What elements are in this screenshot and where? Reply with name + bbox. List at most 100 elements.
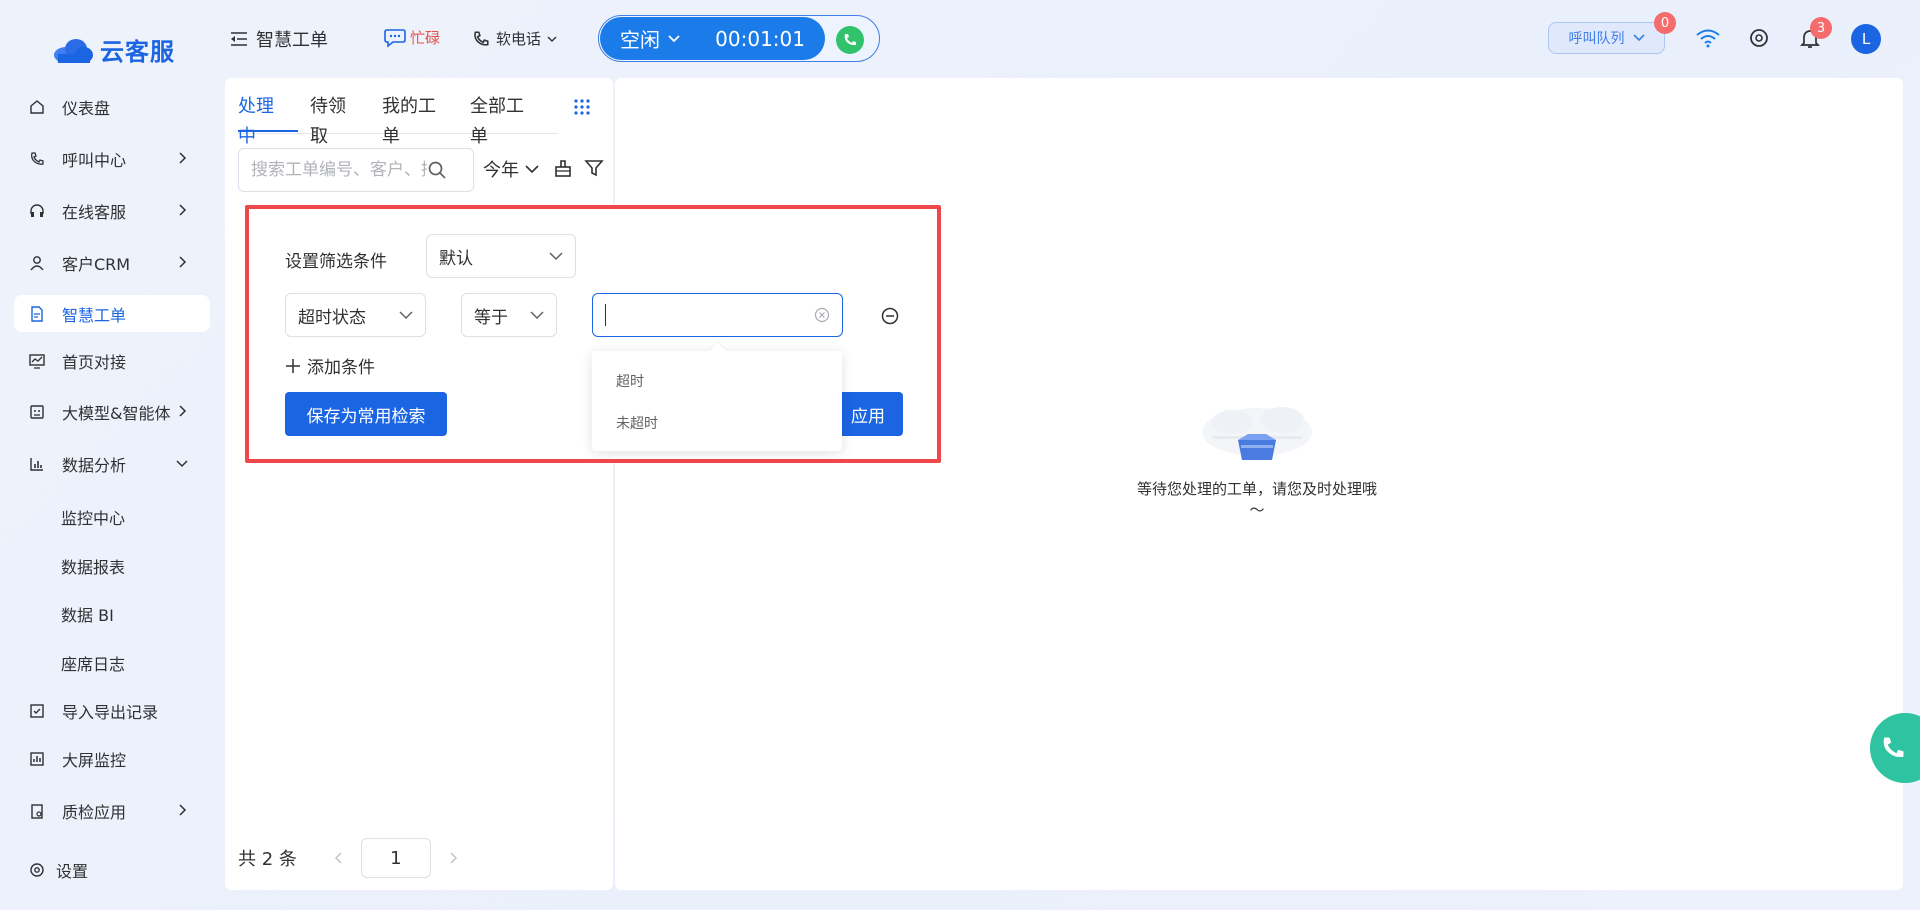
total-count: 共 2 条 bbox=[238, 849, 297, 870]
ticket-search-input[interactable] bbox=[251, 160, 427, 180]
agent-status-selector[interactable]: 空闲 00:01:01 bbox=[600, 17, 825, 60]
condition-field-select[interactable]: 超时状态 bbox=[285, 293, 426, 337]
monitor-chart-icon bbox=[28, 352, 46, 370]
call-queue-button[interactable]: 呼叫队列 bbox=[1548, 22, 1665, 54]
softphone-dropdown[interactable]: 软电话 bbox=[472, 28, 557, 49]
sidebar-item-data-bi[interactable]: 数据 BI bbox=[14, 595, 210, 632]
plus-icon bbox=[286, 358, 300, 373]
tab-processing[interactable]: 处理中 bbox=[238, 92, 298, 147]
sidebar-item-label: 在线客服 bbox=[62, 202, 127, 222]
chevron-down-icon bbox=[668, 34, 680, 42]
search-icon[interactable] bbox=[427, 160, 447, 180]
prev-page-icon[interactable] bbox=[333, 851, 343, 865]
chat-bubble-icon bbox=[384, 28, 406, 48]
logo-text: 云客服 bbox=[100, 38, 175, 66]
phone-icon bbox=[1883, 737, 1904, 758]
phone-icon bbox=[474, 30, 489, 46]
status-timer: 00:01:01 bbox=[715, 26, 805, 51]
chevron-right-icon bbox=[179, 256, 187, 268]
chevron-right-icon bbox=[179, 804, 187, 816]
sidebar-item-label: 监控中心 bbox=[61, 508, 126, 528]
add-condition-button[interactable]: 添加条件 bbox=[285, 353, 375, 378]
avatar[interactable]: L bbox=[1851, 24, 1881, 54]
filter-conditions-label: 设置筛选条件 bbox=[285, 252, 387, 272]
year-filter-label: 今年 bbox=[483, 160, 519, 181]
text-cursor bbox=[605, 304, 606, 326]
sidebar-item-label: 智慧工单 bbox=[62, 305, 127, 325]
year-filter-select[interactable]: 今年 bbox=[483, 156, 539, 182]
checklist-icon bbox=[28, 702, 46, 720]
sidebar-item-monitor-center[interactable]: 监控中心 bbox=[14, 498, 210, 535]
menu-fold-icon[interactable] bbox=[230, 31, 248, 47]
sidebar-item-online-service[interactable]: 在线客服 bbox=[14, 192, 210, 229]
sidebar-item-label: 仪表盘 bbox=[62, 98, 111, 118]
sidebar-item-agent-log[interactable]: 座席日志 bbox=[14, 644, 210, 681]
chevron-down-icon bbox=[399, 311, 413, 320]
agent-status-label: 空闲 bbox=[620, 28, 660, 52]
agent-status-bar: 空闲 00:01:01 bbox=[598, 15, 880, 62]
page-number-input[interactable]: 1 bbox=[360, 838, 431, 878]
sidebar-item-label: 呼叫中心 bbox=[62, 150, 127, 170]
next-page-icon[interactable] bbox=[449, 851, 459, 865]
queue-count-badge: 0 bbox=[1654, 12, 1676, 34]
condition-field-value: 超时状态 bbox=[298, 307, 366, 328]
refresh-icon[interactable] bbox=[1745, 24, 1773, 52]
tab-pending-claim[interactable]: 待领取 bbox=[310, 92, 370, 147]
pagination: 共 2 条 1 bbox=[238, 838, 459, 878]
document-icon bbox=[28, 305, 46, 323]
headset-icon bbox=[28, 202, 46, 220]
filter-icon[interactable] bbox=[584, 158, 604, 178]
chevron-right-icon bbox=[179, 405, 187, 417]
call-queue-label: 呼叫队列 bbox=[1568, 31, 1625, 47]
screen-chart-icon bbox=[28, 750, 46, 768]
sidebar-item-quality-check[interactable]: 质检应用 bbox=[14, 792, 210, 829]
sidebar-item-data-analysis[interactable]: 数据分析 bbox=[14, 445, 210, 482]
remove-condition-icon[interactable] bbox=[881, 307, 899, 325]
grid-dots-icon[interactable] bbox=[573, 98, 591, 116]
save-search-button[interactable]: 保存为常用检索 bbox=[285, 392, 447, 436]
sidebar-item-dashboard[interactable]: 仪表盘 bbox=[14, 88, 210, 125]
option-timeout[interactable]: 超时 bbox=[616, 371, 644, 391]
busy-label: 忙碌 bbox=[410, 29, 441, 47]
clear-circle-icon[interactable] bbox=[814, 307, 830, 323]
chevron-down-icon bbox=[176, 460, 188, 468]
ticket-search-box bbox=[238, 148, 474, 192]
chevron-down-icon bbox=[525, 165, 539, 174]
condition-value-select[interactable] bbox=[592, 293, 843, 337]
clear-brush-icon[interactable] bbox=[553, 158, 573, 178]
condition-value-dropdown: 超时 未超时 bbox=[592, 342, 842, 451]
sidebar-item-crm[interactable]: 客户CRM bbox=[14, 244, 210, 281]
answer-call-button[interactable] bbox=[836, 26, 864, 54]
sidebar-item-label: 大模型&智能体 bbox=[62, 403, 171, 423]
sidebar-item-label: 导入导出记录 bbox=[62, 702, 159, 722]
softphone-label: 软电话 bbox=[496, 30, 542, 48]
tab-all-tickets[interactable]: 全部工单 bbox=[470, 92, 546, 147]
option-not-timeout[interactable]: 未超时 bbox=[616, 413, 658, 433]
sidebar-item-settings[interactable]: 设置 bbox=[14, 851, 210, 888]
sidebar-item-llm-agent[interactable]: 大模型&智能体 bbox=[14, 393, 210, 430]
sidebar-item-call-center[interactable]: 呼叫中心 bbox=[14, 140, 210, 177]
filter-preset-select[interactable]: 默认 bbox=[426, 234, 576, 278]
add-condition-label: 添加条件 bbox=[307, 358, 375, 378]
sidebar-item-data-report[interactable]: 数据报表 bbox=[14, 547, 210, 584]
busy-status[interactable]: 忙碌 bbox=[384, 27, 440, 48]
app-logo: 云客服 bbox=[52, 32, 175, 67]
wifi-icon[interactable] bbox=[1694, 24, 1722, 52]
sidebar-item-homepage-docking[interactable]: 首页对接 bbox=[14, 342, 210, 379]
page-title[interactable]: 智慧工单 bbox=[230, 26, 328, 52]
filter-preset-value: 默认 bbox=[439, 248, 473, 269]
condition-operator-select[interactable]: 等于 bbox=[461, 293, 557, 337]
sidebar-item-label: 客户CRM bbox=[62, 254, 131, 274]
clipboard-icon bbox=[28, 802, 46, 820]
sidebar-item-label: 质检应用 bbox=[62, 802, 127, 822]
gear-icon bbox=[28, 861, 46, 879]
phone-icon bbox=[28, 150, 46, 168]
phone-icon bbox=[844, 34, 856, 46]
sidebar-item-big-screen[interactable]: 大屏监控 bbox=[14, 740, 210, 777]
sidebar-item-smart-ticket[interactable]: 智慧工单 bbox=[14, 295, 210, 332]
sidebar-item-label: 设置 bbox=[56, 861, 89, 881]
ticket-tabs: 处理中 待领取 我的工单 全部工单 bbox=[238, 92, 558, 147]
sidebar-item-import-export[interactable]: 导入导出记录 bbox=[14, 692, 210, 729]
tab-my-tickets[interactable]: 我的工单 bbox=[382, 92, 458, 147]
chevron-down-icon bbox=[549, 252, 563, 261]
